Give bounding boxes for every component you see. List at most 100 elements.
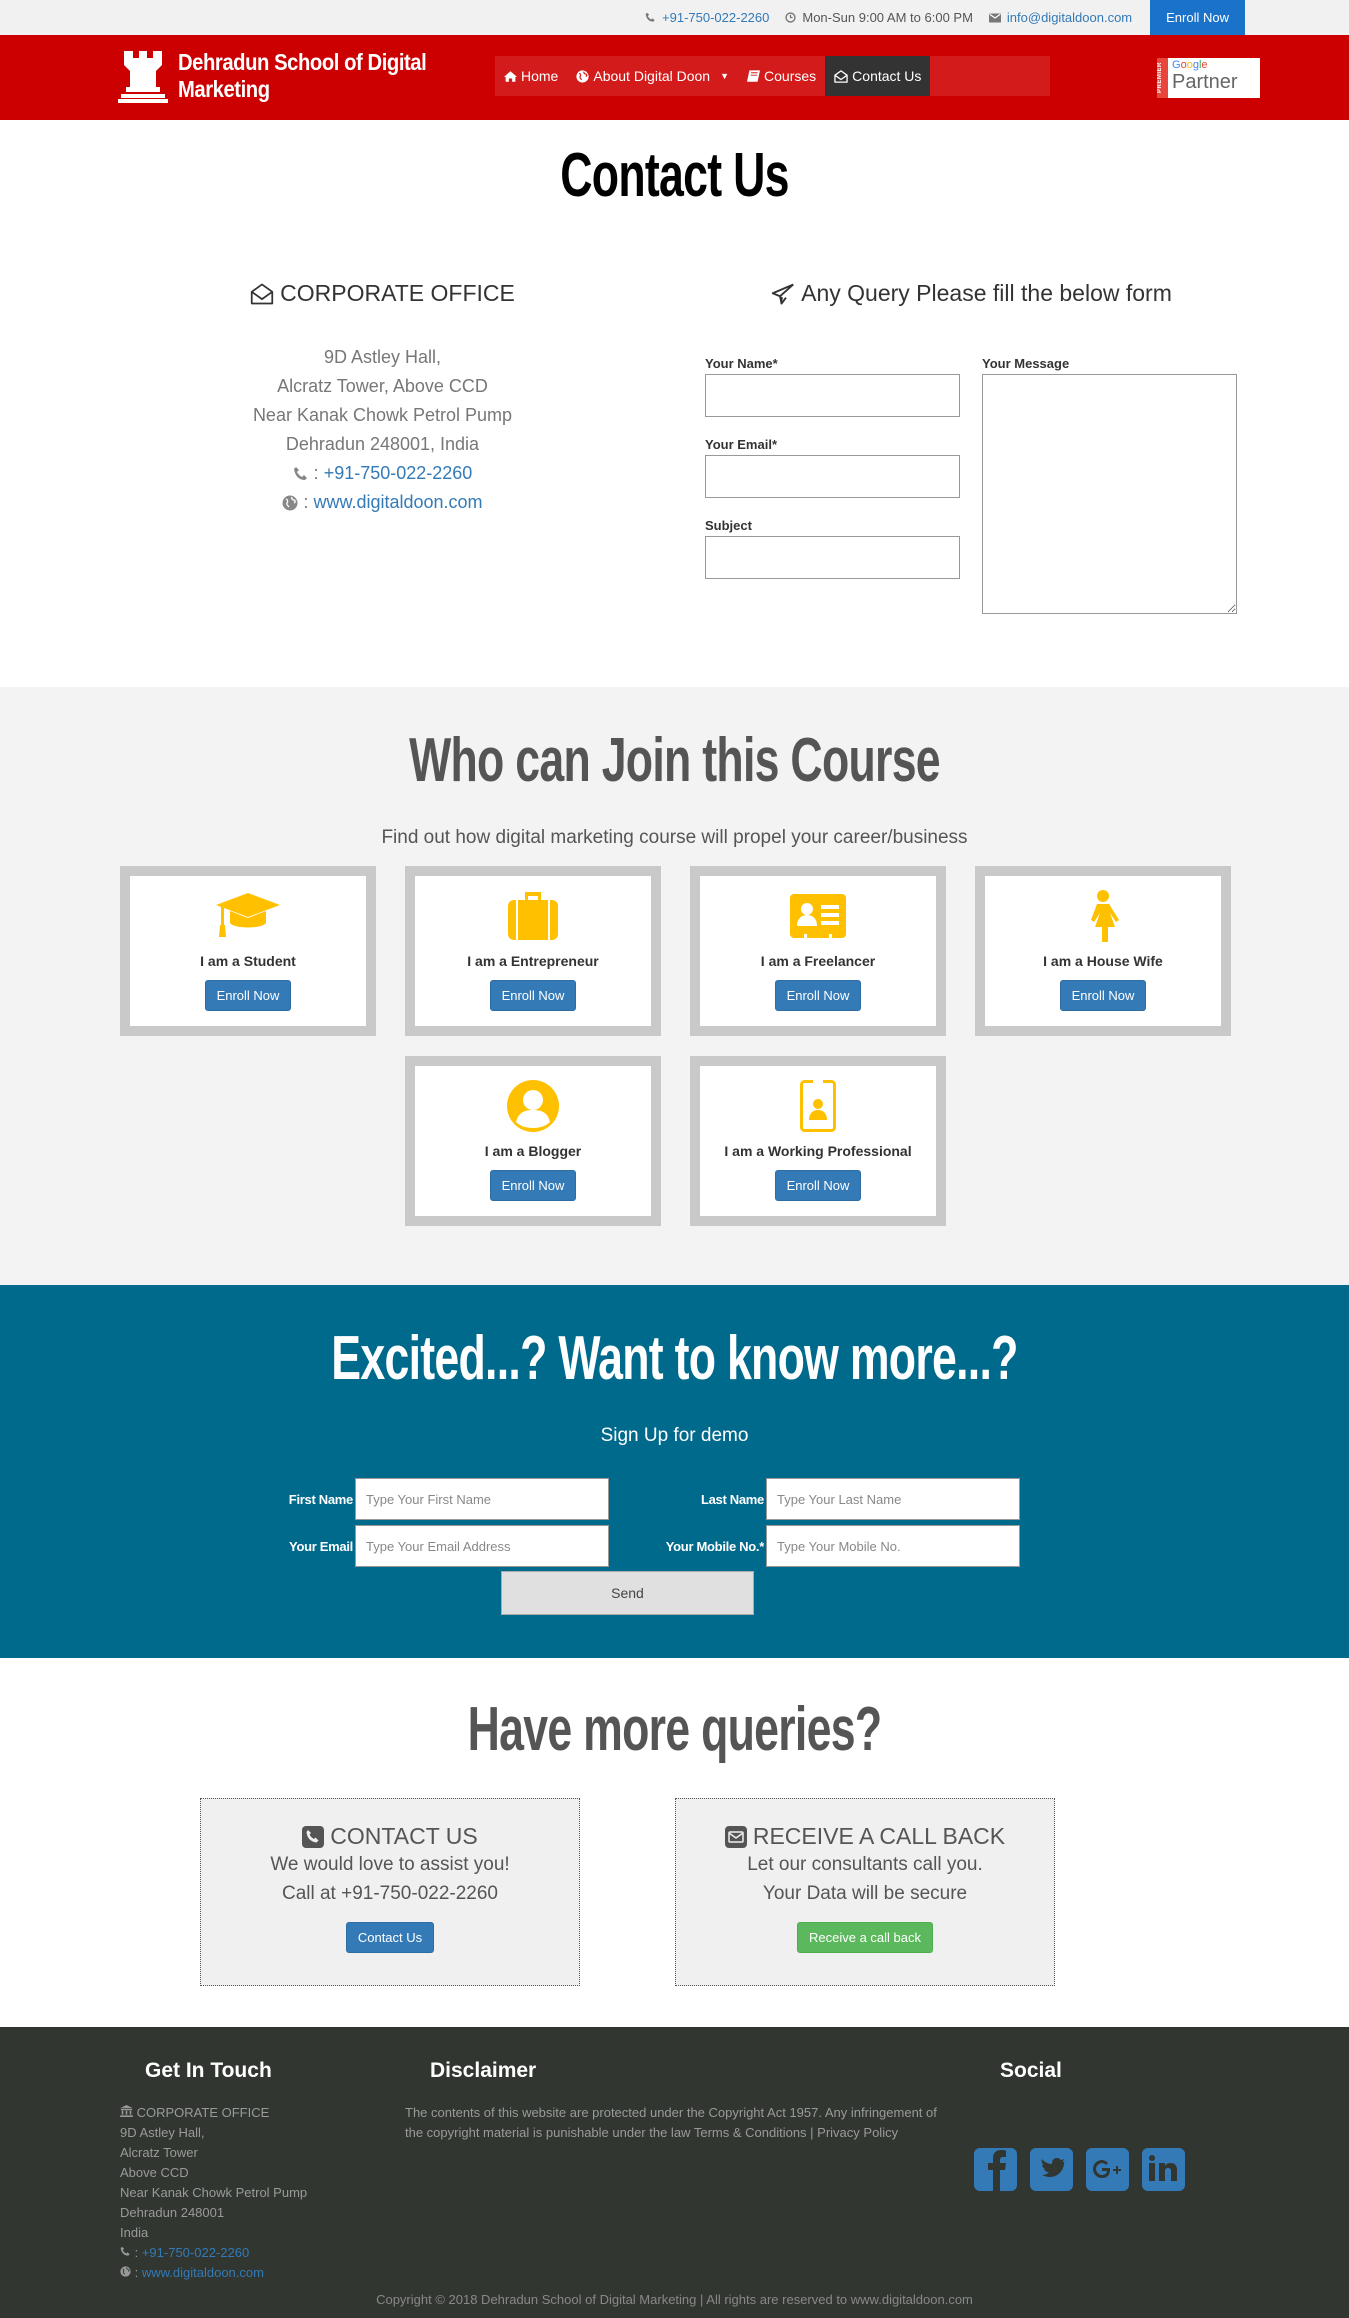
footer-phone: : +91-750-022-2260 xyxy=(120,2243,380,2263)
google-partner-badge: PREMIER Google Partner xyxy=(1157,58,1260,98)
enroll-now-button[interactable]: Enroll Now xyxy=(204,980,292,1011)
query-form: Any Query Please fill the below form You… xyxy=(704,280,1239,765)
subject-label: Subject xyxy=(705,518,752,533)
nav-courses[interactable]: Courses xyxy=(738,56,825,96)
call-back-box-line: Your Data will be secure xyxy=(762,1883,968,1904)
footer-phone-link[interactable]: +91-750-022-2260 xyxy=(142,2245,249,2260)
phone-square-icon xyxy=(302,1825,325,1848)
nav-home[interactable]: Home xyxy=(495,56,567,96)
first-name-input[interactable] xyxy=(355,1478,609,1520)
twitter-icon xyxy=(1041,2158,1066,2177)
address-line: Near Kanak Chowk Petrol Pump xyxy=(252,405,513,425)
main-nav: Home About Digital Doon ▼ Courses Contac… xyxy=(495,56,1050,96)
twitter-link[interactable] xyxy=(1030,2148,1073,2191)
office-phone-link[interactable]: +91-750-022-2260 xyxy=(324,463,473,483)
demo-signup-subtitle: Sign Up for demo xyxy=(600,1425,749,1446)
footer-address: CORPORATE OFFICE 9D Astley Hall, Alcratz… xyxy=(120,2103,380,2283)
audience-card-title: I am a Working Professional xyxy=(724,1143,912,1159)
globe-icon xyxy=(120,2266,131,2277)
clock-icon xyxy=(785,12,797,23)
footer-website-link[interactable]: www.digitaldoon.com xyxy=(142,2265,264,2280)
corporate-office: CORPORATE OFFICE 9D Astley Hall, Alcratz… xyxy=(180,280,585,517)
footer-get-in-touch-heading: Get In Touch xyxy=(145,2059,272,2082)
enroll-now-button[interactable]: Enroll Now xyxy=(1059,980,1147,1011)
email-label: Your Email* xyxy=(705,437,778,452)
corporate-office-title: CORPORATE OFFICE xyxy=(280,280,515,306)
google-plus-link[interactable] xyxy=(1086,2148,1129,2191)
topbar-phone-link[interactable]: +91-750-022-2260 xyxy=(662,10,769,25)
logo-text: Dehradun School of Digital Marketing xyxy=(178,49,442,103)
envelope-icon xyxy=(988,13,1001,22)
envelope-square-icon xyxy=(724,1825,747,1848)
footer-office: CORPORATE OFFICE xyxy=(120,2103,380,2123)
audience-card: I am a Entrepreneur Enroll Now xyxy=(405,866,661,1036)
enroll-now-button[interactable]: Enroll Now xyxy=(489,1170,577,1201)
home-icon xyxy=(504,70,517,82)
contact-us-button[interactable]: Contact Us xyxy=(345,1922,435,1953)
mobile-label: Your Mobile No.* xyxy=(665,1538,765,1554)
phone-icon xyxy=(120,2246,130,2256)
enroll-now-button[interactable]: Enroll Now xyxy=(774,1170,862,1201)
audience-card: I am a Student Enroll Now xyxy=(120,866,376,1036)
mobile-input[interactable] xyxy=(766,1525,1020,1567)
footer-address-line: 9D Astley Hall, xyxy=(120,2125,205,2140)
topbar-phone[interactable]: +91-750-022-2260 xyxy=(645,10,769,25)
link-separator: | xyxy=(806,2125,818,2140)
facebook-link[interactable] xyxy=(974,2148,1017,2191)
subject-input[interactable] xyxy=(705,536,960,579)
office-website-link[interactable]: www.digitaldoon.com xyxy=(313,492,482,512)
footer-disclaimer-heading: Disclaimer xyxy=(430,2059,537,2082)
demo-email-label: Your Email xyxy=(289,1538,353,1554)
enroll-now-button[interactable]: Enroll Now xyxy=(774,980,862,1011)
office-website: : www.digitaldoon.com xyxy=(180,488,585,517)
contact-us-box-line: Call at +91-750-022-2260 xyxy=(281,1883,498,1904)
footer-website: : www.digitaldoon.com xyxy=(120,2263,380,2283)
globe-icon xyxy=(576,69,589,83)
name-input[interactable] xyxy=(705,374,960,417)
linkedin-link[interactable] xyxy=(1142,2148,1185,2191)
join-title: Who can Join this Course xyxy=(409,726,941,795)
address-line: 9D Astley Hall, xyxy=(323,347,442,367)
terms-link[interactable]: Terms & Conditions xyxy=(694,2125,807,2140)
audience-card-title: I am a Freelancer xyxy=(760,953,876,969)
id-badge-icon xyxy=(800,1080,836,1132)
audience-card: I am a House Wife Enroll Now xyxy=(975,866,1231,1036)
footer: Get In Touch Disclaimer Social CORPORATE… xyxy=(0,2027,1349,2318)
audience-card-title: I am a Entrepreneur xyxy=(467,953,599,969)
logo[interactable]: Dehradun School of Digital Marketing xyxy=(118,49,478,103)
query-form-title: Any Query Please fill the below form xyxy=(801,280,1172,306)
message-label: Your Message xyxy=(982,356,1070,371)
badge-google-text: Google xyxy=(1172,59,1208,71)
institution-icon xyxy=(120,2105,133,2117)
last-name-input[interactable] xyxy=(766,1478,1020,1520)
facebook-icon xyxy=(988,2150,1006,2191)
nav-contact[interactable]: Contact Us xyxy=(825,56,931,96)
contact-us-box-title: CONTACT US xyxy=(330,1823,478,1849)
topbar-email-link[interactable]: info@digitaldoon.com xyxy=(1007,10,1132,25)
message-textarea[interactable] xyxy=(982,374,1237,614)
audience-card-title: I am a Blogger xyxy=(484,1143,582,1159)
privacy-policy-link[interactable]: Privacy Policy xyxy=(817,2125,898,2140)
address-line: Alcratz Tower, Above CCD xyxy=(277,376,488,396)
receive-call-back-button[interactable]: Receive a call back xyxy=(797,1922,933,1953)
demo-email-input[interactable] xyxy=(355,1525,609,1567)
office-phone: : +91-750-022-2260 xyxy=(180,459,585,488)
footer-address-line: India xyxy=(120,2225,149,2240)
email-input[interactable] xyxy=(705,455,960,498)
enroll-now-button[interactable]: Enroll Now xyxy=(489,980,577,1011)
who-can-join-section: Who can Join this Course Find out how di… xyxy=(0,687,1349,1285)
topbar-email[interactable]: info@digitaldoon.com xyxy=(988,10,1132,25)
demo-signup-section: Excited...? Want to know more...? Sign U… xyxy=(0,1285,1349,1658)
phone-prefix: : xyxy=(308,463,324,483)
audience-card-title: I am a House Wife xyxy=(1043,953,1163,969)
demo-send-button[interactable]: Send xyxy=(501,1571,754,1615)
last-name-label: Last Name xyxy=(700,1491,764,1507)
globe-icon xyxy=(282,495,298,511)
footer-social-heading: Social xyxy=(1000,2059,1062,2082)
topbar-enroll-button[interactable]: Enroll Now xyxy=(1150,0,1245,35)
more-queries-section: Have more queries? CONTACT US We would l… xyxy=(0,1658,1349,2027)
briefcase-icon xyxy=(508,892,558,940)
contact-section: Contact Us CORPORATE OFFICE 9D Astley Ha… xyxy=(0,120,1349,765)
footer-address-line: Dehradun 248001 xyxy=(120,2205,225,2220)
nav-about[interactable]: About Digital Doon ▼ xyxy=(567,56,738,96)
